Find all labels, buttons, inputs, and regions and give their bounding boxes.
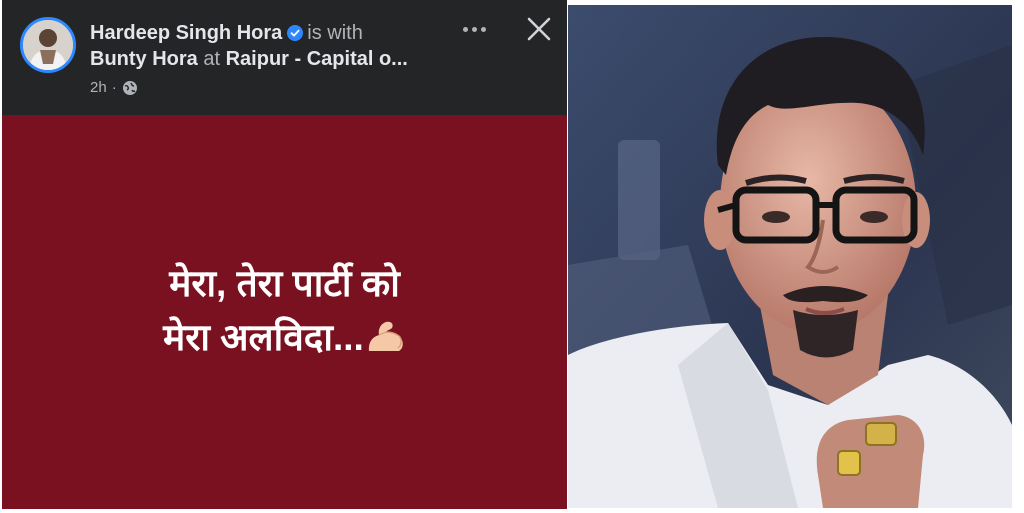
at-text: at xyxy=(203,48,221,70)
author-line: Hardeep Singh Hora is with Bunty Hora at … xyxy=(90,20,460,72)
post-time[interactable]: 2h xyxy=(90,79,107,96)
author-avatar[interactable] xyxy=(20,17,76,73)
location-link[interactable]: Raipur - Capital o... xyxy=(226,48,408,70)
post-text-line-1: मेरा, तेरा पार्टी को xyxy=(169,263,400,304)
post-meta: 2h · xyxy=(90,79,138,96)
post-text-line-2-wrap: मेरा अलविदा... xyxy=(2,311,567,365)
post-text: मेरा, तेरा पार्टी को मेरा अलविदा... xyxy=(2,257,567,365)
tagged-person[interactable]: Bunty Hora xyxy=(90,48,198,70)
verified-badge-icon xyxy=(287,22,304,41)
post-body: मेरा, तेरा पार्टी को मेरा अलविदा... xyxy=(2,115,567,509)
profile-photo xyxy=(568,5,1012,508)
close-icon[interactable] xyxy=(523,13,555,45)
meta-separator: · xyxy=(111,79,117,96)
post-header: Hardeep Singh Hora is with Bunty Hora at … xyxy=(2,0,567,115)
more-options-icon[interactable] xyxy=(457,14,491,44)
more-dot xyxy=(471,26,477,32)
globe-icon xyxy=(122,80,138,96)
facebook-post-panel: Hardeep Singh Hora is with Bunty Hora at … xyxy=(2,0,567,509)
with-text: is with xyxy=(307,22,363,44)
author-name[interactable]: Hardeep Singh Hora xyxy=(90,22,282,44)
post-text-line-2: मेरा अलविदा... xyxy=(163,317,364,358)
more-dot xyxy=(462,26,468,32)
more-dot xyxy=(480,26,486,32)
flexed-biceps-emoji xyxy=(366,315,406,351)
